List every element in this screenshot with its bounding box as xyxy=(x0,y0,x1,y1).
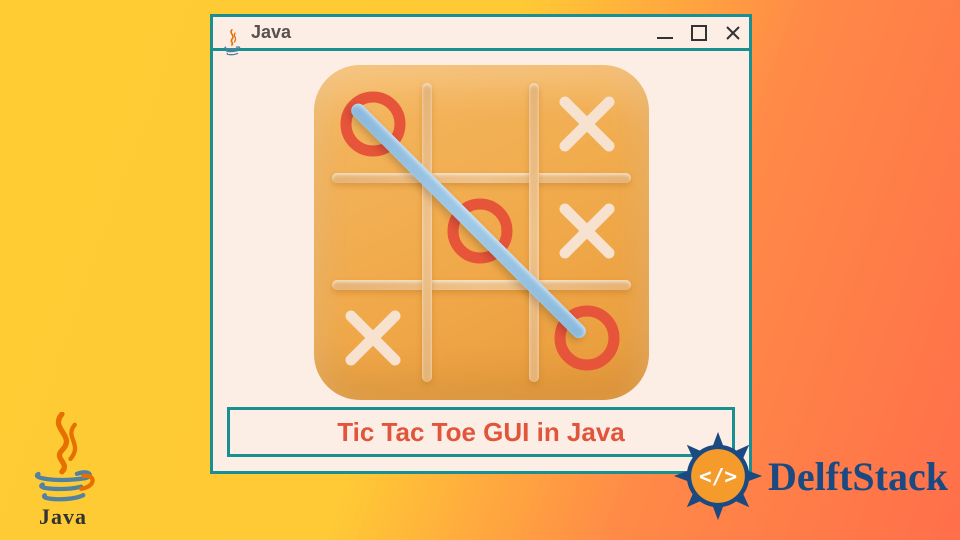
board-cell[interactable] xyxy=(534,71,640,177)
caption-text: Tic Tac Toe GUI in Java xyxy=(337,417,625,448)
delftstack-logo: </> DelftStack xyxy=(670,428,948,524)
board-cell[interactable] xyxy=(320,285,426,391)
delftstack-badge-icon: </> xyxy=(670,428,766,524)
board-cell[interactable] xyxy=(320,178,426,284)
mark-x-icon xyxy=(553,197,621,265)
tictactoe-board xyxy=(314,65,649,400)
delftstack-logo-text: DelftStack xyxy=(768,453,948,500)
board-cell[interactable] xyxy=(427,71,533,177)
board-cell[interactable] xyxy=(427,285,533,391)
minimize-icon[interactable] xyxy=(655,23,675,43)
close-icon[interactable] xyxy=(723,23,743,43)
java-logo-text: Java xyxy=(39,504,87,530)
window-client-area: Tic Tac Toe GUI in Java xyxy=(213,51,749,471)
board-cell[interactable] xyxy=(534,178,640,284)
window-controls xyxy=(655,17,743,48)
app-window: Java xyxy=(210,14,752,474)
mark-x-icon xyxy=(553,90,621,158)
java-cup-icon xyxy=(221,28,243,37)
titlebar: Java xyxy=(213,17,749,51)
java-logo: Java xyxy=(24,412,102,530)
mark-x-icon xyxy=(339,304,407,372)
java-cup-icon xyxy=(24,412,102,508)
maximize-icon[interactable] xyxy=(689,23,709,43)
window-title: Java xyxy=(251,22,291,43)
svg-text:</>: </> xyxy=(699,464,737,489)
caption-panel: Tic Tac Toe GUI in Java xyxy=(227,407,735,457)
